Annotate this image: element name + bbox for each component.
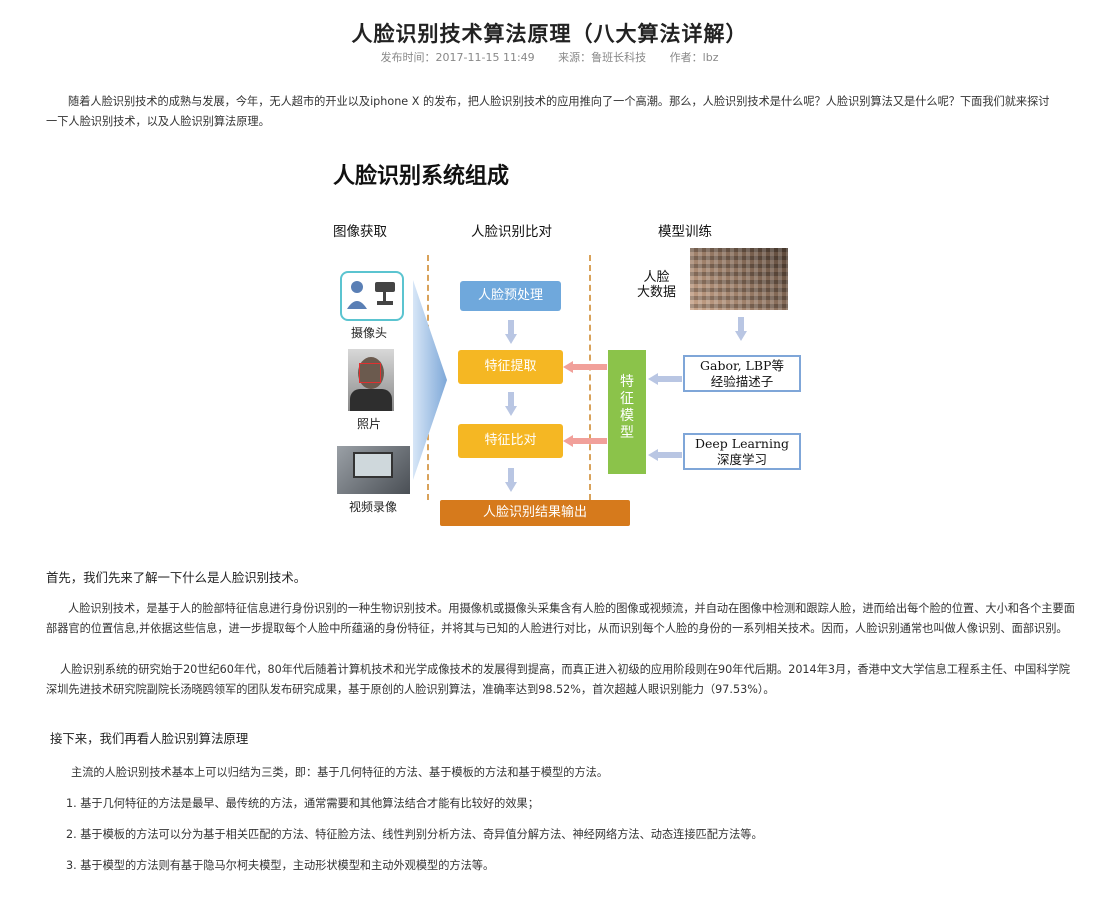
descriptor-gabor-line2: 经验描述子 <box>710 374 774 389</box>
article-source: 来源：鲁班长科技 <box>558 51 647 64</box>
list-item: 2. 基于模板的方法可以分为基于相关匹配的方法、特征脸方法、线性判别分析方法、奇… <box>66 828 763 841</box>
photo-label: 照片 <box>357 417 382 431</box>
left-arrow-icon <box>563 361 607 373</box>
step-feature-extraction: 特征提取 <box>458 350 563 384</box>
step-feature-comparison: 特征比对 <box>458 424 563 458</box>
descriptor-deep-learning: Deep Learning 深度学习 <box>683 433 801 470</box>
input-arrow-wedge <box>413 280 447 480</box>
down-arrow-icon <box>505 392 517 416</box>
list-item: 3. 基于模型的方法则有基于隐马尔柯夫模型，主动形状模型和主动外观模型的方法等。 <box>66 859 495 872</box>
section-heading-what-is: 首先，我们先来了解一下什么是人脸识别技术。 <box>46 570 307 585</box>
intro-paragraph: 随着人脸识别技术的成熟与发展，今年，无人超市的开业以及iphone X 的发布，… <box>46 95 1050 128</box>
history-paragraph: 人脸识别系统的研究始于20世纪60年代，80年代后随着计算机技术和光学成像技术的… <box>46 663 1070 696</box>
list-item: 1. 基于几何特征的方法是最早、最传统的方法，通常需要和其他算法结合才能有比较好… <box>66 797 539 810</box>
down-arrow-icon <box>505 468 517 492</box>
diagram-title: 人脸识别系统组成 <box>333 164 510 189</box>
column-face-comparison: 人脸识别比对 <box>471 224 552 240</box>
descriptor-dl-line2: 深度学习 <box>716 452 767 467</box>
divider-right <box>589 255 591 500</box>
feature-model-block: 特 征 模 型 <box>608 350 646 474</box>
column-model-training: 模型训练 <box>658 224 712 240</box>
methods-intro: 主流的人脸识别技术基本上可以归结为三类，即：基于几何特征的方法、基于模板的方法和… <box>71 766 609 779</box>
video-label: 视频录像 <box>349 500 398 514</box>
step-face-preprocessing: 人脸预处理 <box>460 281 561 311</box>
video-recording-icon <box>337 446 410 494</box>
descriptor-gabor-lbp: Gabor, LBP等 经验描述子 <box>683 355 801 392</box>
definition-paragraph: 人脸识别技术，是基于人的脸部特征信息进行身份识别的一种生物识别技术。用摄像机或摄… <box>46 602 1075 635</box>
left-arrow-icon <box>563 435 607 447</box>
photo-icon <box>348 349 394 411</box>
feature-model-label: 特 征 模 型 <box>620 374 634 441</box>
article-author: 作者：lbz <box>669 51 719 64</box>
camera-icon <box>340 271 404 321</box>
article-title: 人脸识别技术算法原理（八大算法详解） <box>351 22 748 46</box>
left-arrow-icon <box>648 449 682 461</box>
article-meta: 发布时间：2017-11-15 11:49 来源：鲁班长科技 作者：lbz <box>0 49 1099 65</box>
down-arrow-icon <box>735 317 747 341</box>
publish-time: 发布时间：2017-11-15 11:49 <box>380 51 535 64</box>
face-big-data-label: 人脸 大数据 <box>637 270 676 300</box>
face-recognition-system-diagram: 人脸识别系统组成 图像获取 人脸识别比对 模型训练 摄像头 照片 视频录像 人脸… <box>323 150 828 542</box>
face-big-data-text: 人脸 大数据 <box>637 270 677 300</box>
camera-label: 摄像头 <box>351 326 388 340</box>
descriptor-dl-line1: Deep Learning <box>694 436 790 451</box>
left-arrow-icon <box>648 373 682 385</box>
step-result-output: 人脸识别结果输出 <box>440 500 630 526</box>
column-image-acquisition: 图像获取 <box>333 224 387 240</box>
face-dataset-mosaic-icon <box>690 248 788 310</box>
down-arrow-icon <box>505 320 517 344</box>
descriptor-gabor-line1: Gabor, LBP等 <box>700 358 784 373</box>
section-heading-algorithms: 接下来，我们再看人脸识别算法原理 <box>50 731 249 746</box>
